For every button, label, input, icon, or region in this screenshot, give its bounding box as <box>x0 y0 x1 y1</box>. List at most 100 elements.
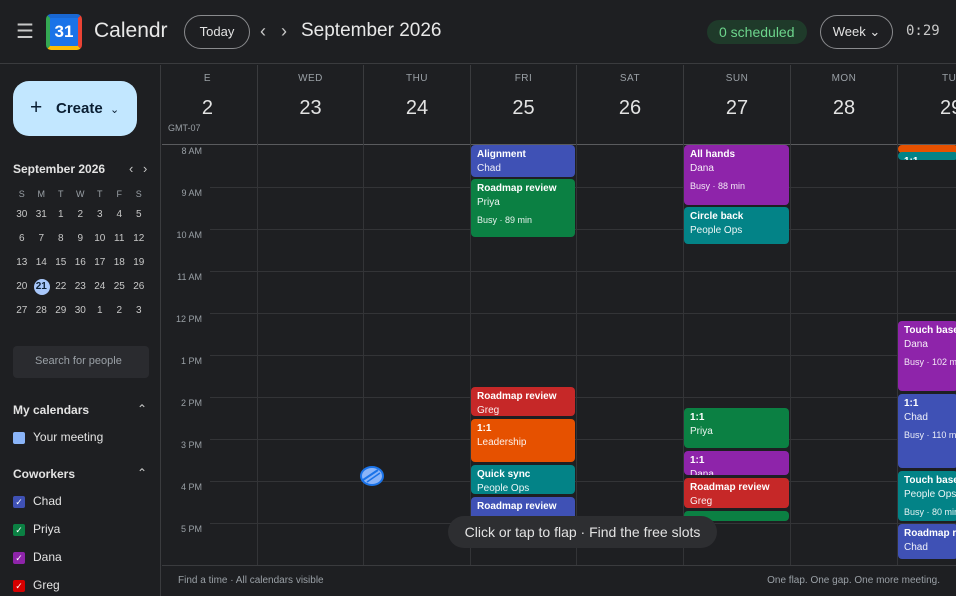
checkbox-icon[interactable] <box>13 432 25 444</box>
mini-day-number: 20 <box>16 281 28 292</box>
event-title: Roadmap review <box>477 500 557 512</box>
my-calendars-title: My calendars <box>13 403 90 417</box>
week-grid[interactable]: GMT-07 E 2 WED 23 THU 24 FRI 25 SAT 26 SUN 27 MON 28 T… <box>162 65 956 565</box>
mini-day[interactable]: 31 <box>32 203 52 227</box>
create-button[interactable]: + Create ⌄ <box>13 81 137 136</box>
mini-day[interactable]: 12 <box>129 227 149 251</box>
menu-icon[interactable]: ☰ <box>14 22 36 44</box>
mini-day[interactable]: 8 <box>51 227 71 251</box>
calendar-event[interactable]: Alignment Chad <box>471 145 575 177</box>
mini-day[interactable]: 9 <box>71 227 91 251</box>
calendar-event[interactable]: Roadmap re Chad <box>898 523 956 559</box>
day-header-sun[interactable]: SUN 27 <box>683 65 790 145</box>
event-attendee: Priya <box>690 425 713 437</box>
mini-day-number: 29 <box>55 305 67 316</box>
top-bar: ☰ 31 Calendr Today ‹ › September 2026 0 … <box>0 0 956 64</box>
mini-day[interactable]: 1 <box>90 299 110 323</box>
hour-gridline <box>210 313 956 314</box>
mini-day-number: 2 <box>116 305 123 316</box>
mini-day[interactable]: 22 <box>51 275 71 299</box>
day-of-week-label: FRI <box>514 73 533 84</box>
calendar-event[interactable]: 1:1 Dana <box>684 451 789 475</box>
mini-day[interactable]: 23 <box>71 275 91 299</box>
day-of-week-label: THU <box>405 73 429 84</box>
calendar-event[interactable]: 1:1 Priya <box>684 407 789 449</box>
mini-day[interactable]: 18 <box>110 251 130 275</box>
event-title: Quick sync <box>477 469 531 481</box>
calendar-item-label: Greg <box>33 578 60 592</box>
calendar-event[interactable]: Touch base Dana Busy · 102 min <box>898 321 956 391</box>
mini-day[interactable]: 25 <box>110 275 130 299</box>
mini-day[interactable]: 14 <box>32 251 52 275</box>
mini-day[interactable]: 11 <box>110 227 130 251</box>
search-people-input[interactable]: Search for people <box>13 346 149 378</box>
mini-prev-month-icon[interactable]: ‹ <box>129 161 133 176</box>
mini-week-row: 20 21 22 23 24 25 26 <box>12 275 152 299</box>
mini-day-number: 19 <box>133 257 145 268</box>
hour-label: 12 PM <box>175 314 202 324</box>
mini-day[interactable]: 2 <box>110 299 130 323</box>
mini-day[interactable]: 26 <box>129 275 149 299</box>
mini-day[interactable]: 6 <box>12 227 32 251</box>
view-selector-button[interactable]: Week ⌄ <box>820 15 893 49</box>
mini-day-number: 31 <box>35 209 47 220</box>
mini-day[interactable]: 7 <box>32 227 52 251</box>
mini-day[interactable]: 30 <box>12 203 32 227</box>
mini-day[interactable]: 29 <box>51 299 71 323</box>
hour-gridline <box>210 187 956 188</box>
mini-next-month-icon[interactable]: › <box>143 161 147 176</box>
mini-day[interactable]: 4 <box>110 203 130 227</box>
day-header-mon[interactable]: MON 28 <box>790 65 897 145</box>
mini-day[interactable]: 27 <box>12 299 32 323</box>
today-button[interactable]: Today <box>184 15 250 49</box>
calendar-event[interactable]: Roadmap review Priya Busy · 89 min <box>471 179 575 238</box>
mini-day-number: 10 <box>94 233 106 244</box>
flappy-bird-icon[interactable] <box>358 464 386 488</box>
mini-day[interactable]: 2 <box>71 203 91 227</box>
mini-day[interactable]: 15 <box>51 251 71 275</box>
mini-day[interactable]: 16 <box>71 251 91 275</box>
mini-day[interactable]: 17 <box>90 251 110 275</box>
mini-day[interactable]: 28 <box>32 299 52 323</box>
day-header-thu[interactable]: THU 24 <box>363 65 470 145</box>
day-header-sat[interactable]: SAT 26 <box>576 65 683 145</box>
checkbox-checked-icon[interactable]: ✓ <box>13 524 25 536</box>
checkbox-checked-icon[interactable]: ✓ <box>13 580 25 592</box>
day-header-fri[interactable]: FRI 25 <box>470 65 576 145</box>
mini-day[interactable]: 24 <box>90 275 110 299</box>
calendar-event[interactable]: Quick sync People Ops <box>471 465 575 494</box>
mini-day[interactable]: 1 <box>51 203 71 227</box>
mini-day[interactable]: 5 <box>129 203 149 227</box>
chevron-up-icon[interactable]: ⌃ <box>137 466 147 480</box>
calendar-event[interactable]: 1:1 Chad Busy · 110 min <box>898 393 956 469</box>
mini-day[interactable]: 20 <box>12 275 32 299</box>
checkbox-checked-icon[interactable]: ✓ <box>13 496 25 508</box>
event-attendee: Dana <box>690 469 714 475</box>
event-busy-status: Busy · 110 min <box>904 429 956 440</box>
search-people-placeholder: Search for people <box>35 355 122 367</box>
day-header-e[interactable]: E2 <box>202 65 257 145</box>
calendar-event[interactable]: All hands Dana Busy · 88 min <box>684 145 789 205</box>
prev-week-icon[interactable]: ‹ <box>260 20 266 42</box>
mini-day-today[interactable]: 21 <box>32 275 52 299</box>
calendar-event[interactable]: 1:1 Leadership <box>471 418 575 463</box>
hint-toast: Click or tap to flap · Find the free slo… <box>448 516 717 548</box>
day-header-tu[interactable]: TU 29 <box>897 65 956 145</box>
checkbox-checked-icon[interactable]: ✓ <box>13 552 25 564</box>
mini-day[interactable]: 3 <box>90 203 110 227</box>
calendar-event[interactable]: 1:1 <box>898 152 956 161</box>
calendar-event[interactable]: Touch base People Ops Busy · 80 min <box>898 471 956 521</box>
next-week-icon[interactable]: › <box>281 20 287 42</box>
mini-day[interactable]: 19 <box>129 251 149 275</box>
calendar-event[interactable]: Roadmap review Greg <box>684 477 789 509</box>
mini-day[interactable]: 13 <box>12 251 32 275</box>
mini-day[interactable]: 3 <box>129 299 149 323</box>
mini-dow-label: T <box>97 189 103 199</box>
hour-label: 11 AM <box>177 272 202 282</box>
mini-day[interactable]: 30 <box>71 299 91 323</box>
chevron-up-icon[interactable]: ⌃ <box>137 402 147 416</box>
day-header-wed[interactable]: WED 23 <box>257 65 363 145</box>
calendar-event[interactable]: Roadmap review Greg <box>471 386 575 416</box>
mini-day[interactable]: 10 <box>90 227 110 251</box>
calendar-event[interactable]: Circle back People Ops <box>684 206 789 244</box>
